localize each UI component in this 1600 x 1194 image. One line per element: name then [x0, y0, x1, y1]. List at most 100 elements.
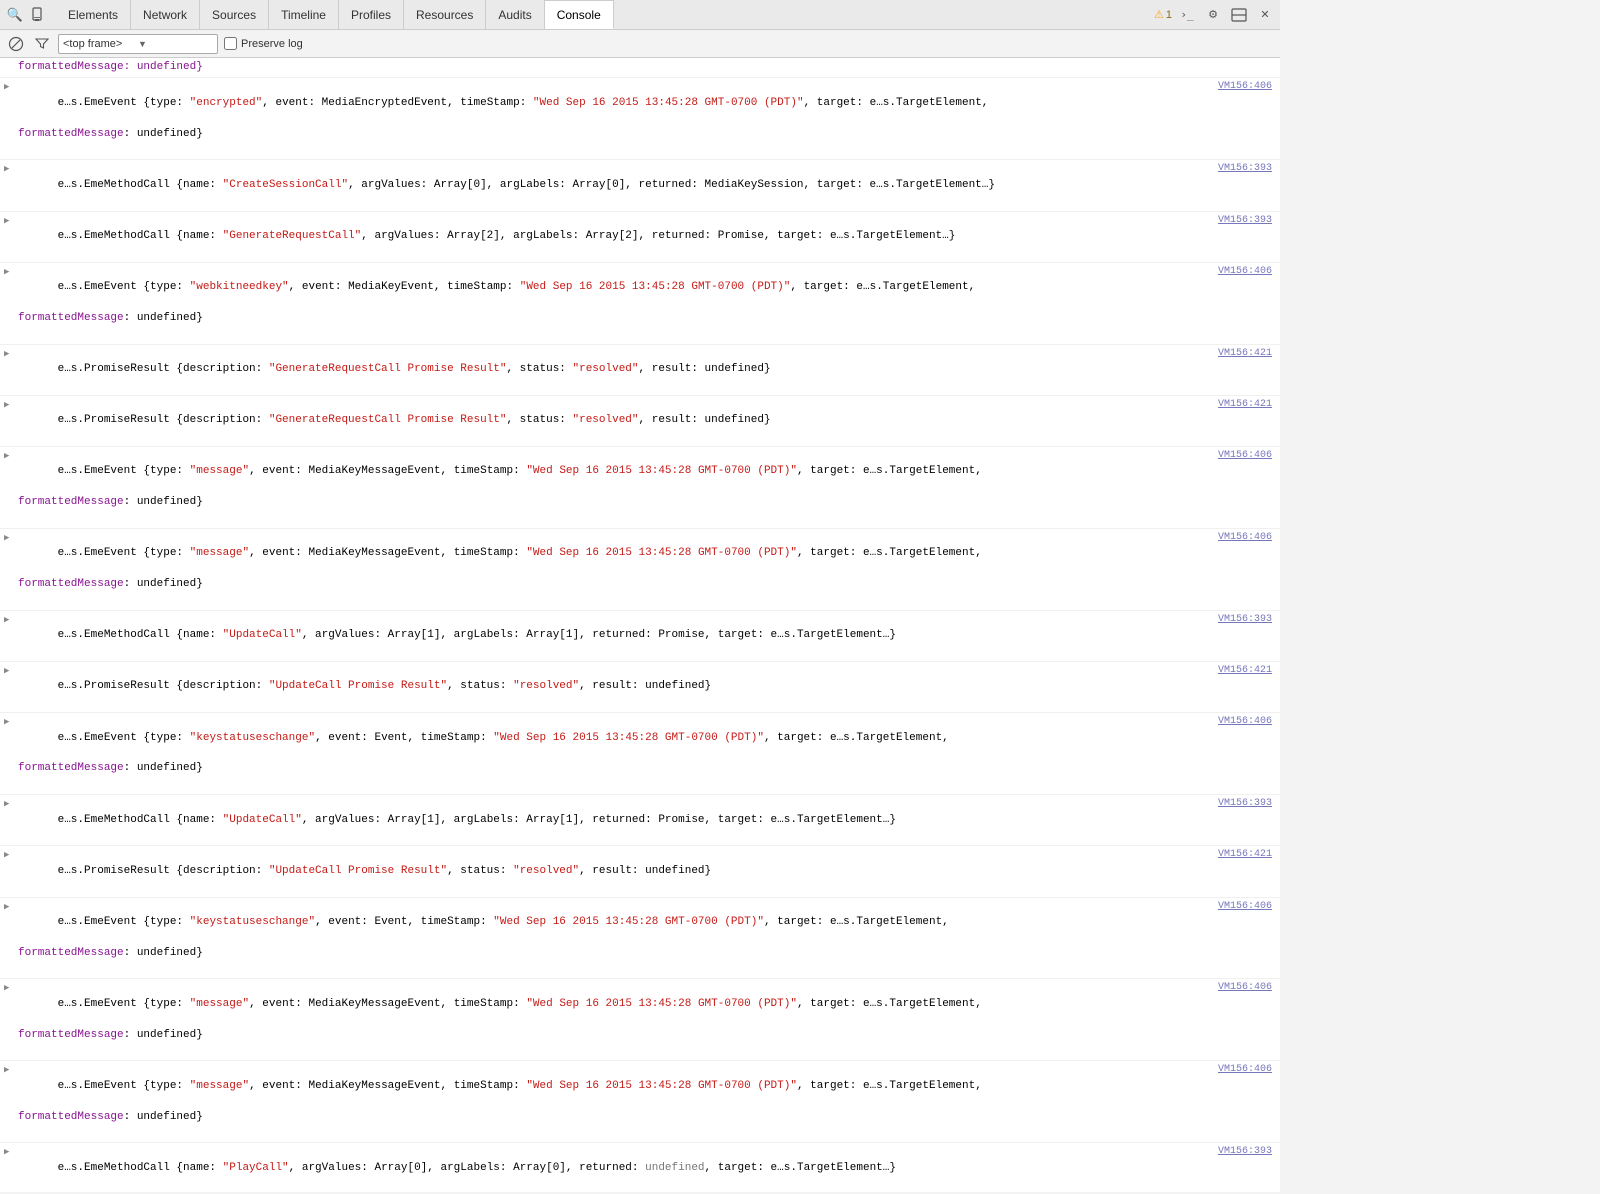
log-text: e…s.EmeEvent {type: "encrypted", event: …: [18, 80, 1280, 157]
log-entry: ▶ e…s.PromiseResult {description: "Updat…: [0, 662, 1280, 713]
tab-audits[interactable]: Audits: [486, 0, 544, 29]
expand-arrow[interactable]: ▶: [4, 214, 18, 228]
log-entry: ▶ e…s.EmeEvent {type: "keystatuseschange…: [0, 713, 1280, 795]
log-source[interactable]: VM156:393: [1218, 1145, 1272, 1159]
expand-arrow[interactable]: ▶: [4, 162, 18, 176]
devtools-icons: 🔍: [4, 4, 56, 26]
tab-bar: 🔍 Elements Network Sources Timeline Prof…: [0, 0, 1280, 30]
chevron-down-icon: ▼: [138, 39, 213, 49]
expand-arrow[interactable]: ▶: [4, 797, 18, 811]
tab-bar-right: ⚠ 1 ›_ ⚙ ✕: [1154, 4, 1276, 26]
expand-arrow[interactable]: ▶: [4, 449, 18, 463]
settings-icon[interactable]: ⚙: [1202, 4, 1224, 26]
log-entry: formattedMessage: undefined}: [0, 58, 1280, 78]
expand-arrow[interactable]: ▶: [4, 531, 18, 545]
log-source[interactable]: VM156:421: [1218, 398, 1272, 412]
tab-sources[interactable]: Sources: [200, 0, 269, 29]
tab-network[interactable]: Network: [131, 0, 200, 29]
expand-arrow[interactable]: ▶: [4, 1063, 18, 1077]
log-source[interactable]: VM156:393: [1218, 797, 1272, 811]
warning-badge[interactable]: ⚠ 1: [1154, 8, 1172, 21]
frame-selector[interactable]: <top frame> ▼: [58, 34, 218, 54]
dock-icon[interactable]: [1228, 4, 1250, 26]
log-source[interactable]: VM156:406: [1218, 715, 1272, 729]
preserve-log-checkbox[interactable]: [224, 37, 237, 50]
log-entry: ▶ e…s.EmeMethodCall {name: "CreateSessio…: [0, 160, 1280, 211]
log-source[interactable]: VM156:421: [1218, 664, 1272, 678]
log-entry: ▶ e…s.PromiseResult {description: "Updat…: [0, 846, 1280, 897]
log-text: e…s.EmeEvent {type: "webkitneedkey", eve…: [18, 265, 1280, 342]
log-text: e…s.EmeMethodCall {name: "CreateSessionC…: [18, 162, 1280, 208]
log-source[interactable]: VM156:406: [1218, 981, 1272, 995]
log-source[interactable]: VM156:421: [1218, 347, 1272, 361]
log-text: e…s.PromiseResult {description: "UpdateC…: [18, 664, 1280, 710]
log-entry: ▶ e…s.EmeMethodCall {name: "UpdateCall",…: [0, 795, 1280, 846]
expand-arrow[interactable]: ▶: [4, 265, 18, 279]
close-icon[interactable]: ✕: [1254, 4, 1276, 26]
log-text: formattedMessage: undefined}: [18, 60, 1280, 75]
tab-profiles[interactable]: Profiles: [339, 0, 404, 29]
expand-arrow[interactable]: ▶: [4, 981, 18, 995]
log-source[interactable]: VM156:406: [1218, 80, 1272, 94]
log-text: e…s.EmeMethodCall {name: "UpdateCall", a…: [18, 797, 1280, 843]
log-text: e…s.EmeMethodCall {name: "UpdateCall", a…: [18, 613, 1280, 659]
expand-arrow[interactable]: ▶: [4, 848, 18, 862]
log-source[interactable]: VM156:406: [1218, 1063, 1272, 1077]
log-source[interactable]: VM156:406: [1218, 265, 1272, 279]
warning-count: 1: [1166, 9, 1172, 21]
expand-arrow[interactable]: ▶: [4, 1145, 18, 1159]
log-entry: ▶ e…s.EmeEvent {type: "webkitneedkey", e…: [0, 263, 1280, 345]
device-icon[interactable]: [28, 4, 50, 26]
console-toolbar: <top frame> ▼ Preserve log: [0, 30, 1280, 58]
preserve-log-label[interactable]: Preserve log: [224, 37, 303, 50]
search-icon[interactable]: 🔍: [4, 4, 26, 26]
expand-arrow[interactable]: ▶: [4, 715, 18, 729]
expand-arrow[interactable]: ▶: [4, 900, 18, 914]
tab-console[interactable]: Console: [545, 0, 614, 29]
filter-button[interactable]: [32, 34, 52, 54]
log-text: e…s.EmeEvent {type: "message", event: Me…: [18, 981, 1280, 1058]
log-text: e…s.PromiseResult {description: "UpdateC…: [18, 848, 1280, 894]
log-text: e…s.EmeEvent {type: "message", event: Me…: [18, 449, 1280, 526]
preserve-log-text: Preserve log: [241, 38, 303, 50]
expand-arrow: [4, 60, 18, 61]
log-entry: ▶ e…s.EmeEvent {type: "message", event: …: [0, 529, 1280, 611]
log-entry: ▶ e…s.EmeEvent {type: "message", event: …: [0, 447, 1280, 529]
warning-icon: ⚠: [1154, 8, 1164, 21]
log-entry: ▶ e…s.EmeMethodCall {name: "GenerateRequ…: [0, 212, 1280, 263]
log-text: e…s.PromiseResult {description: "Generat…: [18, 398, 1280, 444]
log-text: e…s.EmeEvent {type: "keystatuseschange",…: [18, 900, 1280, 977]
log-source[interactable]: VM156:406: [1218, 449, 1272, 463]
log-text: e…s.EmeMethodCall {name: "PlayCall", arg…: [18, 1145, 1280, 1191]
log-entry: ▶ e…s.PromiseResult {description: "Gener…: [0, 396, 1280, 447]
log-source[interactable]: VM156:393: [1218, 162, 1272, 176]
expand-arrow[interactable]: ▶: [4, 398, 18, 412]
log-entry: ▶ e…s.EmeMethodCall {name: "UpdateCall",…: [0, 611, 1280, 662]
terminal-icon[interactable]: ›_: [1176, 4, 1198, 26]
log-source[interactable]: VM156:393: [1218, 214, 1272, 228]
log-source[interactable]: VM156:421: [1218, 848, 1272, 862]
log-entry: ▶ e…s.PromiseResult {description: "Gener…: [0, 345, 1280, 396]
frame-selector-label: <top frame>: [63, 38, 138, 50]
tab-resources[interactable]: Resources: [404, 0, 486, 29]
log-text: e…s.EmeEvent {type: "message", event: Me…: [18, 531, 1280, 608]
console-content: formattedMessage: undefined} ▶ e…s.EmeEv…: [0, 58, 1280, 1192]
tab-timeline[interactable]: Timeline: [269, 0, 339, 29]
log-text: e…s.EmeMethodCall {name: "GenerateReques…: [18, 214, 1280, 260]
log-entry: ▶ e…s.EmeEvent {type: "message", event: …: [0, 979, 1280, 1061]
log-text: e…s.EmeEvent {type: "message", event: Me…: [18, 1063, 1280, 1140]
log-entry: ▶ e…s.EmeEvent {type: "encrypted", event…: [0, 78, 1280, 160]
log-text: e…s.EmeEvent {type: "keystatuseschange",…: [18, 715, 1280, 792]
tab-elements[interactable]: Elements: [56, 0, 131, 29]
log-source[interactable]: VM156:393: [1218, 613, 1272, 627]
log-source[interactable]: VM156:406: [1218, 900, 1272, 914]
log-source[interactable]: VM156:406: [1218, 531, 1272, 545]
expand-arrow[interactable]: ▶: [4, 664, 18, 678]
log-text: e…s.PromiseResult {description: "Generat…: [18, 347, 1280, 393]
expand-arrow[interactable]: ▶: [4, 347, 18, 361]
log-entry: ▶ e…s.EmeEvent {type: "message", event: …: [0, 1061, 1280, 1143]
clear-button[interactable]: [6, 34, 26, 54]
expand-arrow[interactable]: ▶: [4, 613, 18, 627]
log-entry: ▶ e…s.EmeMethodCall {name: "PlayCall", a…: [0, 1143, 1280, 1192]
expand-arrow[interactable]: ▶: [4, 80, 18, 94]
